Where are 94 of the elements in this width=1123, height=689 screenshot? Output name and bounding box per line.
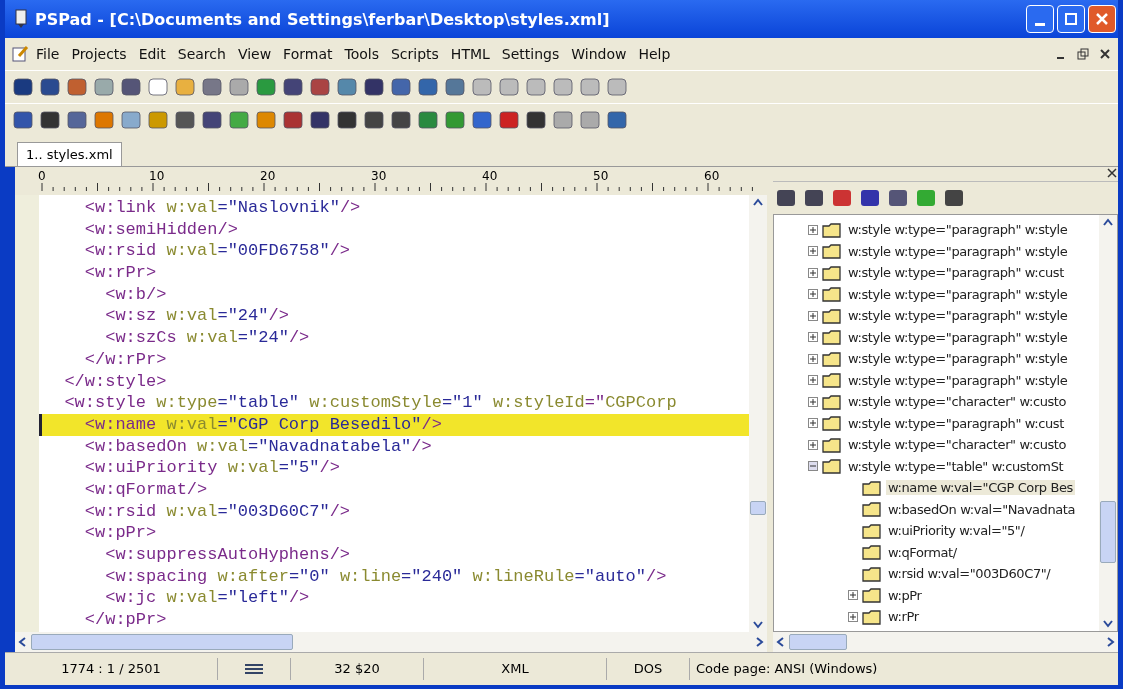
vertical-scrollbar[interactable] [749, 195, 767, 632]
tree-item[interactable]: w:style w:type="paragraph" w:style [846, 286, 1070, 302]
tree-item[interactable]: w:rsid w:val="003D60C7"/ [886, 566, 1053, 582]
tree-item[interactable]: w:style w:type="table" w:customSt [846, 458, 1066, 474]
expand-icon[interactable] [808, 332, 818, 343]
tree-item[interactable]: w:name w:val="CGP Corp Bes [886, 480, 1075, 496]
menu-item[interactable]: HTML [445, 44, 495, 64]
menu-item[interactable]: Settings [496, 44, 565, 64]
menu-item[interactable]: Scripts [385, 44, 444, 64]
code-line: <w:spacing w:after="0" w:line="240" w:lineRule="auto"/> [104, 565, 668, 588]
code-line: <w:semiHidden/> [83, 218, 239, 241]
menu-item[interactable]: Projects [66, 44, 132, 64]
tree-item[interactable]: w:uiPriority w:val="5"/ [886, 523, 1027, 539]
tree-item[interactable]: w:basedOn w:val="Navadnata [886, 501, 1078, 517]
scroll-thumb[interactable] [789, 634, 847, 650]
code-line: </w:pPr> [83, 609, 168, 631]
menu-item[interactable]: File [31, 44, 65, 64]
menu-item[interactable]: Help [633, 44, 676, 64]
tree-item[interactable]: w:style w:type="character" w:custo [846, 394, 1069, 410]
code-line: <w:rsid w:val="003D60C7"/> [83, 500, 352, 523]
vertical-scrollbar[interactable] [1099, 215, 1117, 631]
expand-icon[interactable] [808, 396, 818, 407]
code-line: <w:rPr> [83, 262, 158, 284]
expand-icon[interactable] [808, 439, 818, 450]
menu-item[interactable]: Edit [133, 44, 171, 64]
code-line: <w:pPr> [83, 522, 158, 544]
code-line: <w:b/> [104, 283, 168, 306]
code-line: <w:suppressAutoHyphens/> [104, 544, 352, 566]
expand-icon[interactable] [808, 246, 818, 257]
menu-item[interactable]: Search [172, 44, 231, 64]
file-tab[interactable]: 1.. styles.xml [17, 142, 122, 166]
expand-icon[interactable] [808, 310, 818, 321]
document-edit-icon [11, 45, 29, 63]
character-code: 32 $20 [291, 658, 424, 680]
expand-icon[interactable] [848, 611, 858, 622]
expand-icon[interactable] [808, 267, 818, 278]
menu-item[interactable]: Format [278, 44, 338, 64]
tree-item[interactable]: w:style w:type="paragraph" w:style [846, 243, 1070, 259]
expand-icon[interactable] [848, 590, 858, 601]
collapse-icon[interactable] [808, 461, 818, 472]
code-line: <w:qFormat/> [83, 478, 209, 501]
restore-icon[interactable] [1076, 47, 1090, 61]
tree-item[interactable]: w:style w:type="paragraph" w:style [846, 222, 1070, 238]
tree-item[interactable]: w:rPr [886, 609, 921, 625]
minimize-icon [1035, 22, 1045, 26]
tree-item[interactable]: w:style w:type="paragraph" w:style [846, 372, 1070, 388]
code-page: Code page: ANSI (Windows) [695, 660, 879, 678]
horizontal-scrollbar[interactable] [773, 632, 1118, 652]
code-line: <w:link w:val="Naslovnik"/> [83, 197, 362, 219]
tree-item[interactable]: w:style w:type="paragraph" w:cust [846, 265, 1066, 281]
app-icon [13, 9, 29, 29]
code-line: <w:sz w:val="24"/> [104, 305, 290, 328]
code-line: </w:style> [63, 370, 168, 393]
close-icon[interactable] [1106, 167, 1118, 179]
tree-item[interactable]: w:qFormat/ [886, 544, 959, 560]
code-line: <w:uiPriority w:val="5"/> [83, 457, 341, 479]
tree-item[interactable]: w:style w:type="paragraph" w:style [846, 308, 1070, 324]
tree-item[interactable]: w:style w:type="paragraph" w:style [846, 329, 1070, 345]
tree-item[interactable]: w:style w:type="paragraph" w:style [846, 351, 1070, 367]
expand-icon[interactable] [808, 375, 818, 386]
expand-icon[interactable] [808, 289, 818, 300]
expand-icon[interactable] [808, 418, 818, 429]
code-line: <w:style w:type="table" w:customStyle="1" w:styleId="CGPCorp [63, 392, 678, 414]
menu-item[interactable]: Window [566, 44, 632, 64]
maximize-icon [1065, 13, 1077, 25]
window-title: PSPad - [C:\Documents and Settings\ferbar\Desktop\styles.xml] [35, 9, 610, 29]
scroll-thumb[interactable] [1100, 501, 1116, 563]
square-icon[interactable] [92, 76, 116, 98]
scroll-thumb[interactable] [31, 634, 293, 650]
code-line: <w:jc w:val="left"/> [104, 587, 311, 610]
scroll-thumb[interactable] [750, 501, 766, 515]
tree-item[interactable]: w:style w:type="character" w:custo [846, 437, 1069, 453]
code-line: <w:basedOn w:val="Navadnatabela"/> [83, 435, 433, 458]
code-line: <w:szCs w:val="24"/> [104, 327, 311, 349]
close-icon [1096, 13, 1108, 25]
tree-item[interactable]: w:style w:type="paragraph" w:cust [846, 415, 1066, 431]
line-ending: DOS [607, 658, 690, 680]
code-line: <w:rsid w:val="00FD6758"/> [83, 240, 352, 263]
square-icon[interactable] [227, 76, 251, 98]
code-line: </w:rPr> [83, 348, 168, 371]
cursor-position: 1774 : 1 / 2501 [5, 658, 218, 680]
expand-icon[interactable] [808, 224, 818, 235]
horizontal-scrollbar[interactable] [15, 632, 767, 652]
code-editor[interactable] [39, 195, 749, 632]
lines-icon [245, 664, 263, 674]
maximize-button[interactable] [1057, 5, 1085, 33]
expand-icon[interactable] [808, 353, 818, 364]
close-icon[interactable] [1098, 47, 1112, 61]
minimize-button[interactable] [1026, 5, 1054, 33]
close-button[interactable] [1088, 5, 1116, 33]
syntax-mode: XML [424, 658, 607, 680]
menu-item[interactable]: View [232, 44, 277, 64]
tree-item[interactable]: w:pPr [886, 587, 924, 603]
menu-item[interactable]: Tools [339, 44, 384, 64]
